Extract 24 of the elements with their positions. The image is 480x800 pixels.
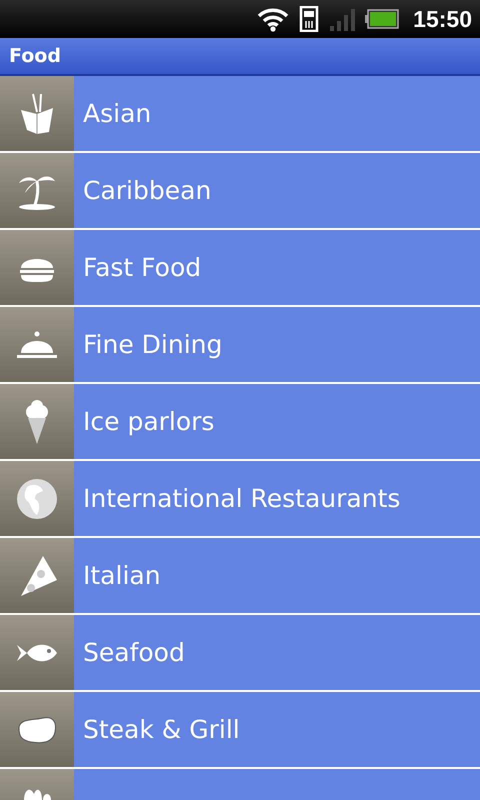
category-item[interactable]: Caribbean (0, 153, 480, 230)
category-item[interactable]: Ice parlors (0, 384, 480, 461)
category-item[interactable]: International Restaurants (0, 461, 480, 538)
wifi-icon (257, 6, 290, 32)
category-label: Ice parlors (83, 407, 214, 436)
category-label: Asian (83, 99, 152, 128)
category-label: International Restaurants (83, 484, 400, 513)
category-label: Fine Dining (83, 330, 222, 359)
category-item[interactable]: Asian (0, 76, 480, 153)
category-label: Fast Food (83, 253, 202, 282)
screen-title: Food (9, 45, 61, 67)
category-label: Italian (83, 561, 161, 590)
battery-icon (365, 9, 400, 29)
category-item[interactable]: Fine Dining (0, 307, 480, 384)
category-label: Caribbean (83, 176, 212, 205)
category-item[interactable]: Fast Food (0, 230, 480, 307)
category-item[interactable]: Steak & Grill (0, 692, 480, 769)
category-item[interactable]: Seafood (0, 615, 480, 692)
clock-time: 15:50 (413, 6, 472, 32)
category-label: Steak & Grill (83, 715, 240, 744)
sim-card-icon (299, 6, 320, 32)
signal-icon (329, 7, 356, 31)
category-label: Seafood (83, 638, 185, 667)
category-item[interactable]: Italian (0, 538, 480, 615)
